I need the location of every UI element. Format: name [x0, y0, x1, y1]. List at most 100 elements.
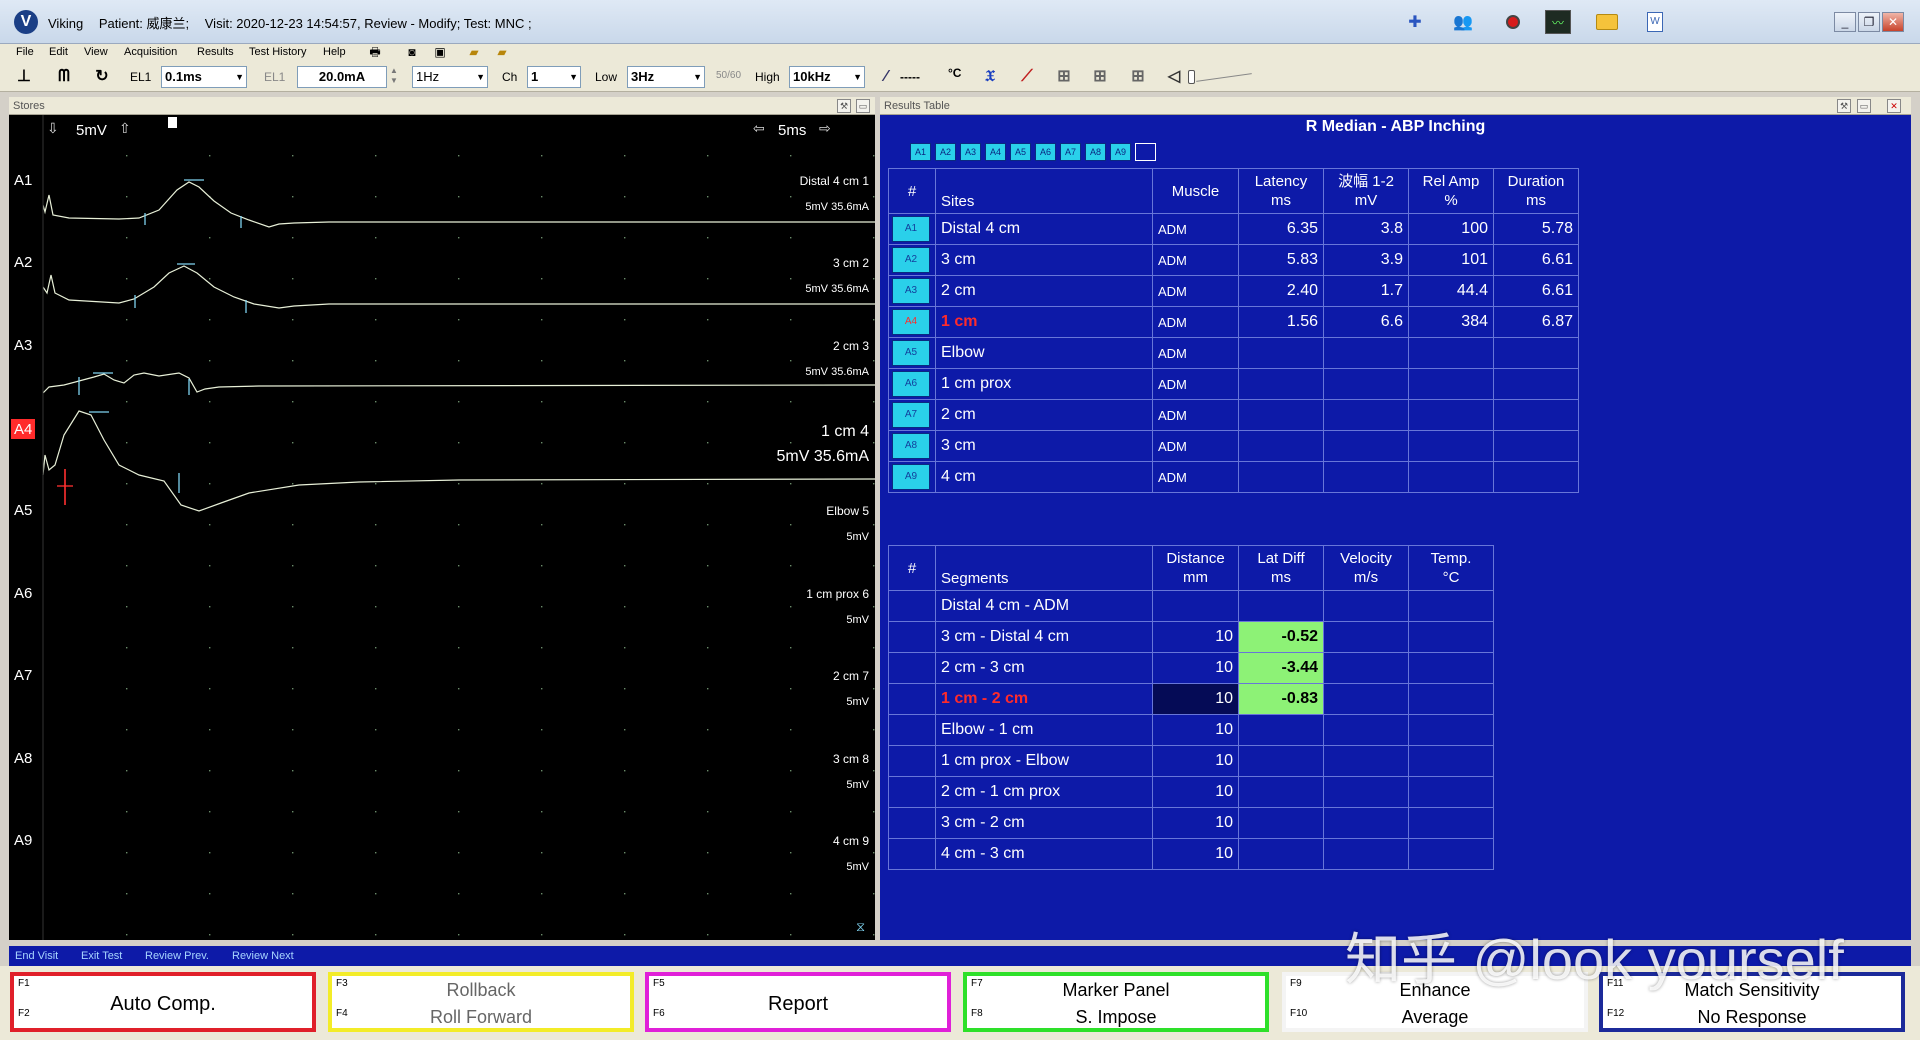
- fkey-report-button[interactable]: F5 F6 Report: [645, 972, 951, 1032]
- sites-row[interactable]: A6 1 cm prox ADM: [888, 368, 1579, 400]
- distance-cell[interactable]: 10: [1152, 621, 1239, 653]
- trace-chip-a3[interactable]: A3: [960, 143, 981, 161]
- camera-icon[interactable]: ◙: [404, 45, 420, 59]
- menu-edit[interactable]: Edit: [49, 46, 68, 58]
- channel-tag-a1[interactable]: A1: [14, 172, 32, 189]
- segments-row[interactable]: 1 cm prox - Elbow 10: [888, 745, 1494, 777]
- distance-cell[interactable]: [1152, 590, 1239, 622]
- restore-button[interactable]: ❐: [1858, 12, 1880, 32]
- save-folder-icon[interactable]: ▰: [494, 45, 510, 59]
- minimize-button[interactable]: _: [1834, 12, 1856, 32]
- trace-chip-a8[interactable]: A8: [1085, 143, 1106, 161]
- stimulus-icon[interactable]: ⊥: [12, 66, 36, 88]
- channel-tag-a9[interactable]: A9: [14, 832, 32, 849]
- distance-cell[interactable]: 10: [1152, 683, 1239, 715]
- menu-acquisition[interactable]: Acquisition: [124, 46, 177, 58]
- segments-row[interactable]: 2 cm - 1 cm prox 10: [888, 776, 1494, 808]
- end-visit-link[interactable]: End Visit: [15, 950, 58, 962]
- panel-restore-icon[interactable]: ▭: [856, 99, 870, 113]
- menu-test-history[interactable]: Test History: [249, 46, 306, 58]
- fkey-rollback-button[interactable]: F3 F4 Rollback Roll Forward: [328, 972, 634, 1032]
- sites-row[interactable]: A2 3 cm ADM 5.83 3.9 101 6.61: [888, 244, 1579, 276]
- grid-icon[interactable]: ⊞: [1052, 66, 1076, 88]
- distance-cell[interactable]: 10: [1152, 714, 1239, 746]
- channel-tag-a5[interactable]: A5: [14, 502, 32, 519]
- segments-row[interactable]: 1 cm - 2 cm 10 -0.83: [888, 683, 1494, 715]
- sites-row[interactable]: A1 Distal 4 cm ADM 6.35 3.8 100 5.78: [888, 213, 1579, 245]
- high-filter-select[interactable]: 10kHz ▼: [789, 66, 865, 88]
- fkey-enhance-button[interactable]: F9 F10 Enhance Average: [1282, 972, 1588, 1032]
- trace-a3[interactable]: [42, 372, 875, 395]
- rate-select[interactable]: 1Hz ▼: [412, 66, 488, 88]
- sites-row[interactable]: A3 2 cm ADM 2.40 1.7 44.4 6.61: [888, 275, 1579, 307]
- tool-icon[interactable]: ⚒: [1837, 99, 1851, 113]
- folder-icon[interactable]: [1594, 10, 1620, 34]
- sites-row[interactable]: A4 1 cm ADM 1.56 6.6 384 6.87: [888, 306, 1579, 338]
- trace-select-button[interactable]: A9: [892, 464, 930, 490]
- trace-select-button[interactable]: A8: [892, 433, 930, 459]
- trace-select-button[interactable]: A6: [892, 371, 930, 397]
- refresh-icon[interactable]: ↻: [90, 66, 114, 88]
- current-input[interactable]: 20.0mA: [297, 66, 387, 88]
- trace-a1[interactable]: [42, 179, 875, 228]
- segments-row[interactable]: 3 cm - Distal 4 cm 10 -0.52: [888, 621, 1494, 653]
- trace-chip-a7[interactable]: A7: [1060, 143, 1081, 161]
- exit-test-link[interactable]: Exit Test: [81, 950, 122, 962]
- grid-quad-icon[interactable]: ⊞: [1126, 66, 1150, 88]
- patients-icon[interactable]: 👥: [1450, 10, 1476, 34]
- segments-row[interactable]: 4 cm - 3 cm 10: [888, 838, 1494, 870]
- channel-tag-a8[interactable]: A8: [14, 750, 32, 767]
- notch-filter-icon[interactable]: 50/60: [716, 70, 741, 81]
- waveform-display[interactable]: ⇩ 5mV ⇧ ⇦ 5ms ⇨ A1 Distal 4 cm 1 5mV 35.…: [9, 115, 875, 940]
- trace-select-button[interactable]: A5: [892, 340, 930, 366]
- trace-select-button[interactable]: A7: [892, 402, 930, 428]
- sweep-right-icon[interactable]: ⇨: [819, 120, 831, 136]
- distance-cell[interactable]: 10: [1152, 807, 1239, 839]
- speaker-icon[interactable]: ◁: [1162, 66, 1186, 88]
- sites-row[interactable]: A8 3 cm ADM: [888, 430, 1579, 462]
- timebase-select[interactable]: 0.1ms ▼: [161, 66, 247, 88]
- trace-select-button[interactable]: A1: [892, 216, 930, 242]
- sites-row[interactable]: A7 2 cm ADM: [888, 399, 1579, 431]
- close-button[interactable]: ✕: [1882, 12, 1904, 32]
- fkey-marker-panel-button[interactable]: F7 F8 Marker Panel S. Impose: [963, 972, 1269, 1032]
- channel-tag-a4[interactable]: A4: [11, 419, 35, 439]
- tool-icon[interactable]: ⚒: [837, 99, 851, 113]
- fkey-match-sensitivity-button[interactable]: F11 F12 Match Sensitivity No Response: [1599, 972, 1905, 1032]
- menu-view[interactable]: View: [84, 46, 108, 58]
- grid-split-icon[interactable]: ⊞: [1088, 66, 1112, 88]
- trace-select-button[interactable]: A3: [892, 278, 930, 304]
- cursor-marker[interactable]: [168, 117, 177, 128]
- trace-chip-a6[interactable]: A6: [1035, 143, 1056, 161]
- trace-a2[interactable]: [42, 263, 875, 313]
- panel-restore-icon[interactable]: ▭: [1857, 99, 1871, 113]
- current-spinner-icon[interactable]: ▲ ▼: [390, 66, 402, 88]
- menu-results[interactable]: Results: [197, 46, 234, 58]
- segments-row[interactable]: Distal 4 cm - ADM: [888, 590, 1494, 622]
- channel-tag-a3[interactable]: A3: [14, 337, 32, 354]
- word-document-icon[interactable]: W: [1642, 10, 1668, 34]
- trace-a4[interactable]: [42, 410, 875, 512]
- menu-file[interactable]: File: [16, 46, 34, 58]
- cursor-marker-icon[interactable]: 𝔛: [978, 66, 1002, 88]
- channel-tag-a6[interactable]: A6: [14, 585, 32, 602]
- sweep-left-icon[interactable]: ⇦: [753, 120, 765, 136]
- channel-select[interactable]: 1 ▼: [527, 66, 581, 88]
- fkey-auto-comp-button[interactable]: F1 F2 Auto Comp.: [10, 972, 316, 1032]
- segments-row[interactable]: 3 cm - 2 cm 10: [888, 807, 1494, 839]
- trace-select-button[interactable]: A4: [892, 309, 930, 335]
- record-icon[interactable]: [1500, 10, 1526, 34]
- volume-slider[interactable]: [1188, 66, 1252, 88]
- trace-chip-a1[interactable]: A1: [910, 143, 931, 161]
- sites-row[interactable]: A5 Elbow ADM: [888, 337, 1579, 369]
- trace-chip-empty[interactable]: [1135, 143, 1156, 161]
- sens-down-icon[interactable]: ⇩: [47, 120, 59, 136]
- trace-chip-a5[interactable]: A5: [1010, 143, 1031, 161]
- sites-row[interactable]: A9 4 cm ADM: [888, 461, 1579, 493]
- channel-tag-a2[interactable]: A2: [14, 254, 32, 271]
- segments-row[interactable]: Elbow - 1 cm 10: [888, 714, 1494, 746]
- distance-cell[interactable]: 10: [1152, 838, 1239, 870]
- add-patient-icon[interactable]: ✚: [1402, 10, 1428, 34]
- panel-close-icon[interactable]: ✕: [1887, 99, 1901, 113]
- review-next-link[interactable]: Review Next: [232, 950, 294, 962]
